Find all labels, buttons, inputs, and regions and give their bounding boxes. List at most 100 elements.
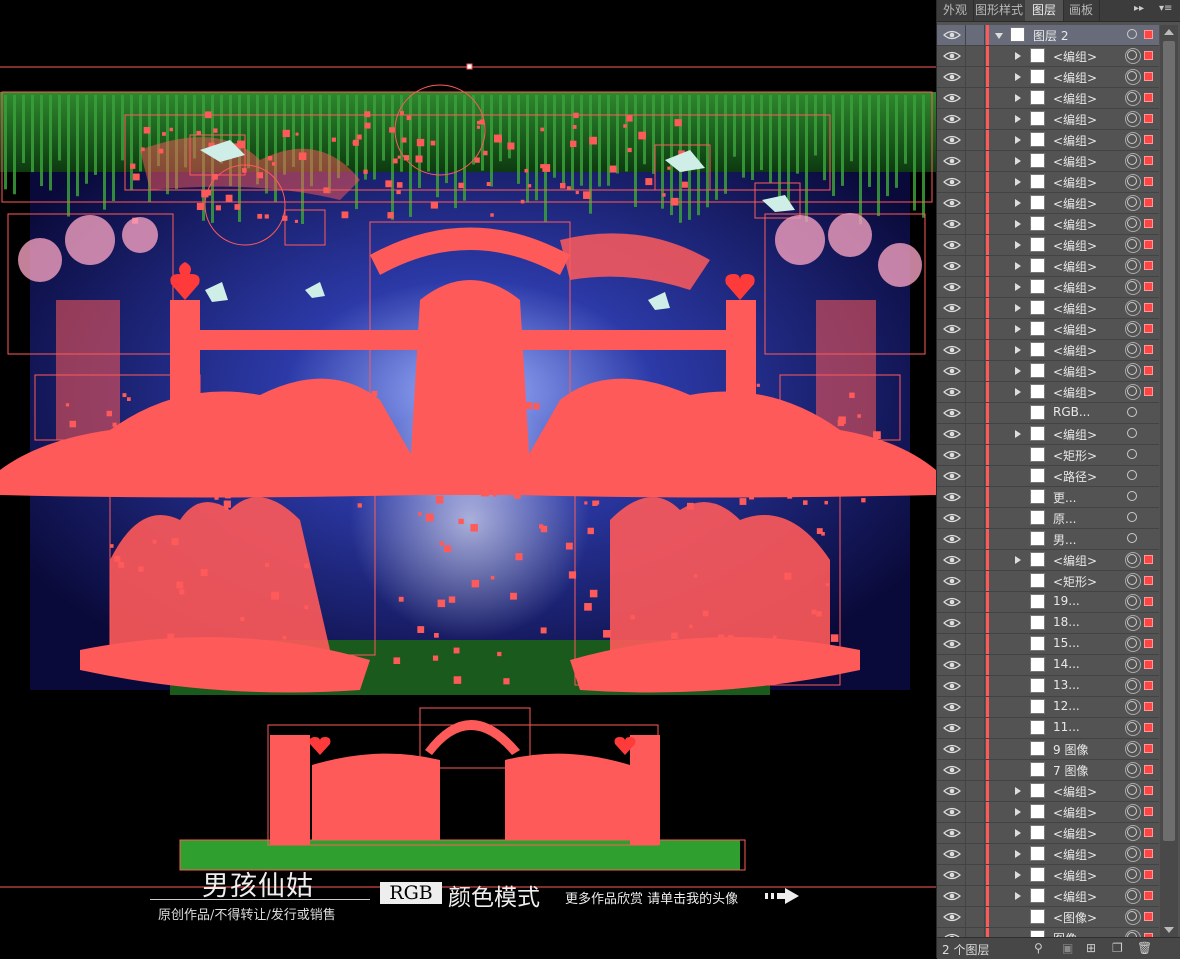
expand-triangle-icon[interactable]	[1015, 157, 1021, 165]
scroll-down-icon[interactable]	[1164, 927, 1174, 933]
target-circle-icon[interactable]	[1127, 533, 1137, 543]
tab-layers[interactable]: 图层	[1025, 0, 1064, 21]
visibility-eye-icon[interactable]	[941, 763, 963, 777]
target-circle-icon[interactable]	[1127, 407, 1137, 417]
selection-indicator-square[interactable]	[1144, 114, 1153, 123]
selection-indicator-square[interactable]	[1144, 723, 1153, 732]
layer-row[interactable]: <编组>	[937, 823, 1159, 844]
layer-row[interactable]: <图像>	[937, 907, 1159, 928]
visibility-eye-icon[interactable]	[941, 280, 963, 294]
target-circle-icon[interactable]	[1125, 90, 1141, 106]
lock-toggle[interactable]	[965, 403, 985, 423]
layers-scrollbar[interactable]	[1160, 25, 1178, 937]
selection-indicator-square[interactable]	[1144, 828, 1153, 837]
expand-triangle-icon[interactable]	[1015, 850, 1021, 858]
selection-indicator-square[interactable]	[1144, 198, 1153, 207]
lock-toggle[interactable]	[965, 802, 985, 822]
lock-toggle[interactable]	[965, 172, 985, 192]
scrollbar-thumb[interactable]	[1163, 41, 1175, 841]
selection-indicator-square[interactable]	[1144, 576, 1153, 585]
target-circle-icon[interactable]	[1125, 720, 1141, 736]
lock-toggle[interactable]	[965, 235, 985, 255]
visibility-eye-icon[interactable]	[941, 532, 963, 546]
layer-row[interactable]: RGB...	[937, 403, 1159, 424]
delete-layer-icon[interactable]: 🗑	[1137, 941, 1152, 955]
lock-toggle[interactable]	[965, 907, 985, 927]
layer-row[interactable]: 19...	[937, 592, 1159, 613]
selection-indicator-square[interactable]	[1144, 681, 1153, 690]
panel-menu-icon[interactable]: ▾≡	[1159, 3, 1172, 14]
target-circle-icon[interactable]	[1125, 279, 1141, 295]
lock-toggle[interactable]	[965, 676, 985, 696]
layer-row[interactable]: <编组>	[937, 214, 1159, 235]
lock-toggle[interactable]	[965, 760, 985, 780]
expand-triangle-icon[interactable]	[1015, 52, 1021, 60]
visibility-eye-icon[interactable]	[941, 511, 963, 525]
lock-toggle[interactable]	[965, 655, 985, 675]
visibility-eye-icon[interactable]	[941, 406, 963, 420]
selection-indicator-square[interactable]	[1144, 345, 1153, 354]
visibility-eye-icon[interactable]	[941, 847, 963, 861]
layer-row[interactable]: <编组>	[937, 130, 1159, 151]
layer-row[interactable]: 图层 2	[937, 25, 1159, 46]
layer-row[interactable]: <编组>	[937, 172, 1159, 193]
new-sublayer-icon[interactable]: ⊞	[1086, 941, 1096, 955]
expand-triangle-icon[interactable]	[1015, 808, 1021, 816]
visibility-eye-icon[interactable]	[941, 385, 963, 399]
layer-row[interactable]: 7 图像	[937, 760, 1159, 781]
lock-toggle[interactable]	[965, 613, 985, 633]
lock-toggle[interactable]	[965, 739, 985, 759]
lock-toggle[interactable]	[965, 109, 985, 129]
target-circle-icon[interactable]	[1125, 321, 1141, 337]
layer-row[interactable]: <编组>	[937, 781, 1159, 802]
visibility-eye-icon[interactable]	[941, 616, 963, 630]
expand-triangle-icon[interactable]	[1015, 262, 1021, 270]
expand-triangle-icon[interactable]	[1015, 388, 1021, 396]
target-circle-icon[interactable]	[1125, 678, 1141, 694]
lock-toggle[interactable]	[965, 445, 985, 465]
visibility-eye-icon[interactable]	[941, 805, 963, 819]
selection-indicator-square[interactable]	[1144, 387, 1153, 396]
wedding-stage-artwork[interactable]	[0, 0, 936, 958]
target-circle-icon[interactable]	[1125, 153, 1141, 169]
layer-row[interactable]: <编组>	[937, 298, 1159, 319]
selection-indicator-square[interactable]	[1144, 303, 1153, 312]
layer-row[interactable]: <编组>	[937, 340, 1159, 361]
expand-triangle-icon[interactable]	[1015, 199, 1021, 207]
target-circle-icon[interactable]	[1125, 804, 1141, 820]
target-circle-icon[interactable]	[1125, 237, 1141, 253]
lock-toggle[interactable]	[965, 46, 985, 66]
visibility-eye-icon[interactable]	[941, 700, 963, 714]
visibility-eye-icon[interactable]	[941, 826, 963, 840]
lock-toggle[interactable]	[965, 844, 985, 864]
lock-toggle[interactable]	[965, 634, 985, 654]
layer-row[interactable]: 9 图像	[937, 739, 1159, 760]
lock-toggle[interactable]	[965, 781, 985, 801]
layer-row[interactable]: 14...	[937, 655, 1159, 676]
visibility-eye-icon[interactable]	[941, 322, 963, 336]
selection-indicator-square[interactable]	[1144, 849, 1153, 858]
visibility-eye-icon[interactable]	[941, 553, 963, 567]
layer-row[interactable]: <编组>	[937, 382, 1159, 403]
selection-indicator-square[interactable]	[1144, 639, 1153, 648]
layer-row[interactable]: 男...	[937, 529, 1159, 550]
visibility-eye-icon[interactable]	[941, 574, 963, 588]
visibility-eye-icon[interactable]	[941, 133, 963, 147]
lock-toggle[interactable]	[965, 487, 985, 507]
layer-row[interactable]: <编组>	[937, 109, 1159, 130]
target-circle-icon[interactable]	[1125, 69, 1141, 85]
expand-triangle-icon[interactable]	[1015, 556, 1021, 564]
target-circle-icon[interactable]	[1125, 615, 1141, 631]
selection-indicator-square[interactable]	[1144, 240, 1153, 249]
selection-indicator-square[interactable]	[1144, 366, 1153, 375]
visibility-eye-icon[interactable]	[941, 175, 963, 189]
selection-indicator-square[interactable]	[1144, 891, 1153, 900]
layer-row[interactable]: <编组>	[937, 844, 1159, 865]
collapse-triangle-icon[interactable]	[995, 33, 1003, 39]
visibility-eye-icon[interactable]	[941, 490, 963, 504]
lock-toggle[interactable]	[965, 67, 985, 87]
target-circle-icon[interactable]	[1125, 48, 1141, 64]
layer-row[interactable]: <编组>	[937, 550, 1159, 571]
expand-triangle-icon[interactable]	[1015, 829, 1021, 837]
visibility-eye-icon[interactable]	[941, 196, 963, 210]
